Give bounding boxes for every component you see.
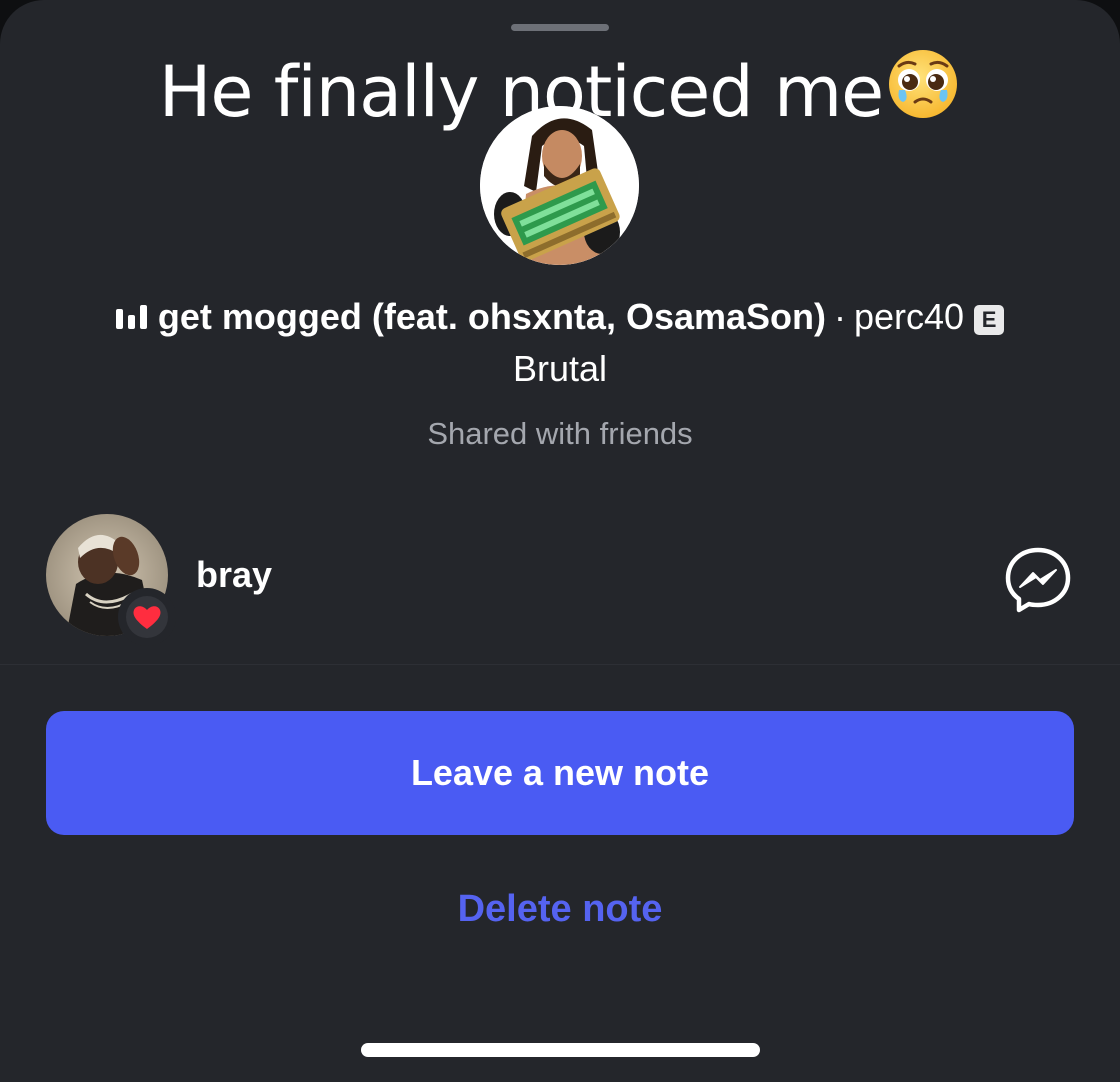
pleading-face-emoji-icon (885, 46, 961, 139)
sheet-grabber[interactable] (511, 24, 609, 31)
song-info[interactable]: get mogged (feat. ohsxnta, OsamaSon) · per… (0, 296, 1120, 340)
reaction-badge (118, 588, 176, 646)
note-caption: He finally noticed me (0, 46, 1120, 139)
note-caption-text: He finally noticed me (158, 51, 884, 133)
audience-label: Shared with friends (427, 416, 693, 451)
note-detail-sheet: He finally noticed me get mogged (feat. … (0, 0, 1120, 1082)
messenger-icon (1005, 547, 1071, 613)
delete-note-button[interactable]: Delete note (0, 888, 1120, 931)
home-indicator (361, 1043, 760, 1057)
song-album: Brutal (512, 348, 608, 389)
friend-name: bray (196, 554, 273, 595)
song-separator: · (834, 296, 846, 337)
heart-icon (126, 596, 168, 638)
song-artist: perc40 (854, 296, 965, 337)
reaction-row[interactable]: bray (0, 510, 1120, 662)
song-title: get mogged (feat. ohsxnta, OsamaSon) (157, 296, 826, 337)
equalizer-icon (115, 298, 148, 340)
explicit-badge: E (974, 305, 1005, 335)
divider (0, 664, 1120, 665)
messenger-reply-button[interactable] (1002, 544, 1074, 616)
leave-new-note-button[interactable]: Leave a new note (46, 711, 1074, 835)
